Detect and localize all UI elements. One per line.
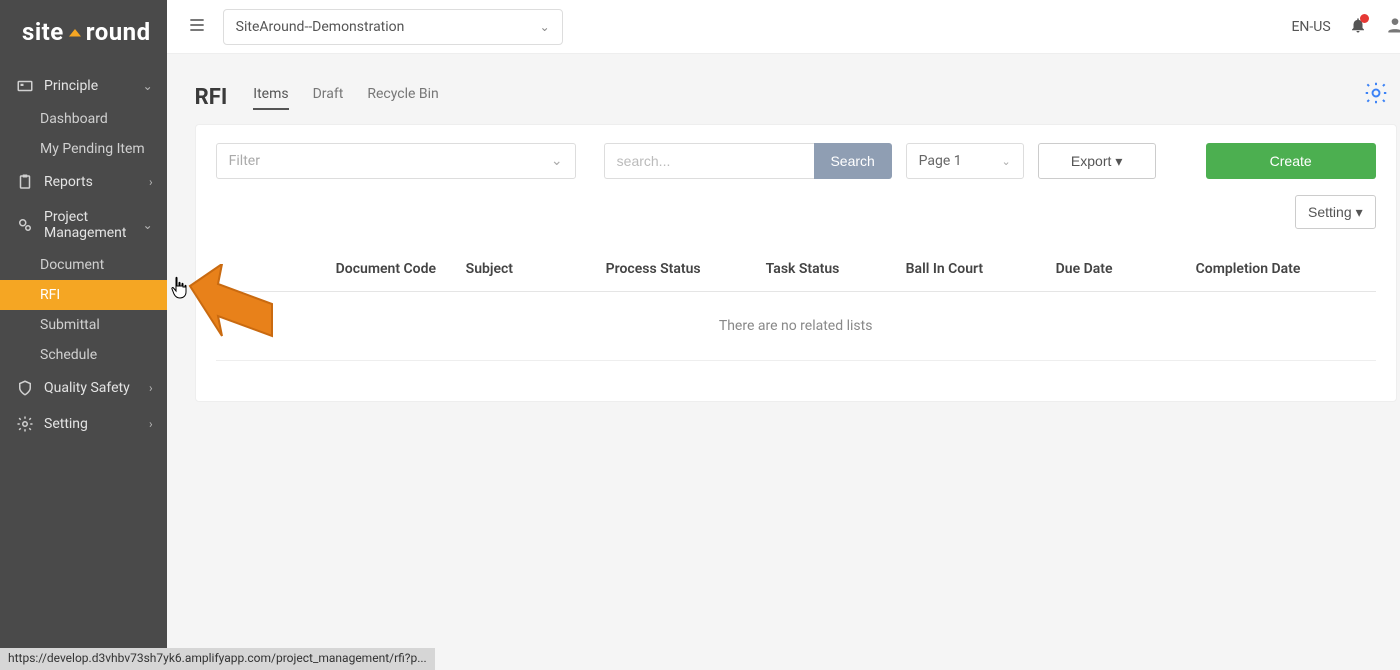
notifications-button[interactable] (1349, 16, 1367, 38)
logo-text-1: site (22, 18, 64, 46)
main: SiteAround--Demonstration ⌄ EN-US RFI It… (167, 0, 1400, 670)
sidebar-item-principle[interactable]: Principle ⌄ (0, 68, 167, 104)
col-subject[interactable]: Subject (466, 261, 606, 277)
caret-down-icon: ▾ (1356, 204, 1363, 221)
col-checkbox (216, 261, 276, 277)
id-card-icon (16, 77, 34, 95)
project-select[interactable]: SiteAround--Demonstration ⌄ (223, 9, 563, 45)
filter-dropdown[interactable]: Filter ⌄ (216, 143, 576, 179)
col-process-status[interactable]: Process Status (606, 261, 766, 277)
col-task-status[interactable]: Task Status (766, 261, 906, 277)
search-button[interactable]: Search (814, 143, 892, 179)
empty-state: There are no related lists (216, 292, 1376, 361)
sidebar-item-my-pending-item[interactable]: My Pending Item (0, 134, 167, 164)
caret-down-icon: ▾ (1115, 153, 1122, 170)
col-due-date[interactable]: Due Date (1056, 261, 1196, 277)
setting-label: Setting (1308, 204, 1352, 220)
chevron-down-icon: ⌄ (143, 218, 153, 232)
logo: site round (0, 0, 167, 68)
sidebar-item-setting[interactable]: Setting › (0, 406, 167, 442)
create-button[interactable]: Create (1206, 143, 1376, 179)
tab-draft[interactable]: Draft (313, 86, 344, 110)
user-menu[interactable] (1385, 15, 1400, 39)
export-label: Export (1071, 153, 1111, 169)
sidebar-item-reports[interactable]: Reports › (0, 164, 167, 200)
export-button[interactable]: Export ▾ (1038, 143, 1156, 179)
logo-text-2: round (86, 18, 151, 46)
sidebar-item-project-management[interactable]: Project Management ⌄ (0, 200, 167, 250)
tab-recycle-bin[interactable]: Recycle Bin (367, 86, 438, 110)
sidebar-label: Quality Safety (44, 380, 130, 396)
logo-accent-icon (66, 23, 84, 41)
table-header: Document Code Subject Process Status Tas… (216, 247, 1376, 292)
notification-dot-icon (1360, 14, 1369, 23)
page-dropdown[interactable]: Page 1 ⌄ (906, 143, 1024, 179)
sidebar: site round Principle ⌄ Dashboard My Pend… (0, 0, 167, 670)
tabs: Items Draft Recycle Bin (253, 86, 438, 110)
sidebar-label: Reports (44, 174, 93, 190)
language-toggle[interactable]: EN-US (1291, 19, 1330, 35)
col-ball-in-court[interactable]: Ball In Court (906, 261, 1056, 277)
table-setting-button[interactable]: Setting ▾ (1295, 195, 1376, 229)
project-select-label: SiteAround--Demonstration (236, 19, 405, 35)
gears-icon (16, 216, 34, 234)
hamburger-icon[interactable] (187, 15, 207, 39)
chevron-down-icon: ⌄ (143, 79, 153, 93)
shield-icon (16, 379, 34, 397)
chevron-down-icon: ⌄ (551, 153, 563, 169)
page-settings-button[interactable] (1363, 80, 1389, 110)
sidebar-item-submittal[interactable]: Submittal (0, 310, 167, 340)
clipboard-icon (16, 173, 34, 191)
sidebar-label: Setting (44, 416, 88, 432)
chevron-right-icon: › (149, 381, 153, 395)
sidebar-item-document[interactable]: Document (0, 250, 167, 280)
page-title: RFI (195, 85, 228, 110)
sidebar-item-schedule[interactable]: Schedule (0, 340, 167, 370)
sidebar-item-rfi[interactable]: RFI (0, 280, 167, 310)
chevron-down-icon: ⌄ (1001, 155, 1010, 168)
page-header: RFI Items Draft Recycle Bin (167, 54, 1400, 124)
sidebar-item-dashboard[interactable]: Dashboard (0, 104, 167, 134)
col-completion-date[interactable]: Completion Date (1196, 261, 1376, 277)
page-label: Page 1 (919, 153, 962, 169)
sidebar-label: Project Management (44, 209, 133, 241)
sidebar-label: Principle (44, 78, 98, 94)
tab-items[interactable]: Items (253, 86, 288, 110)
content-card: Filter ⌄ Search Page 1 ⌄ Export ▾ Create (195, 124, 1397, 402)
search-input[interactable] (604, 143, 814, 179)
chevron-right-icon: › (149, 175, 153, 189)
filter-placeholder: Filter (229, 153, 260, 169)
col-document-code[interactable]: Document Code (276, 261, 466, 277)
sidebar-item-quality-safety[interactable]: Quality Safety › (0, 370, 167, 406)
chevron-right-icon: › (149, 417, 153, 431)
chevron-down-icon: ⌄ (540, 20, 550, 34)
browser-status-bar: https://develop.d3vhbv73sh7yk6.amplifyap… (0, 648, 435, 670)
topbar: SiteAround--Demonstration ⌄ EN-US (167, 0, 1400, 54)
toolbar: Filter ⌄ Search Page 1 ⌄ Export ▾ Create (216, 143, 1376, 179)
gear-icon (16, 415, 34, 433)
